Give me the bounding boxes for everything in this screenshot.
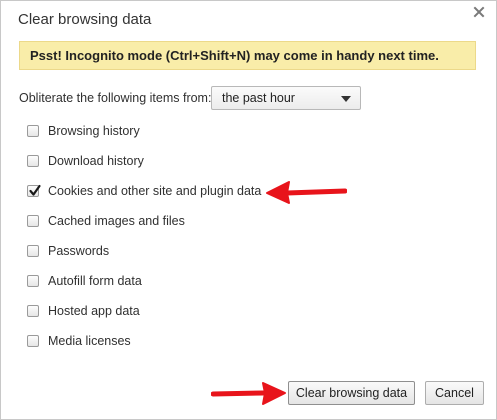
option-label: Hosted app data bbox=[48, 304, 140, 318]
cancel-button[interactable]: Cancel bbox=[425, 381, 484, 405]
chevron-down-icon bbox=[341, 96, 351, 102]
passwords-checkbox[interactable] bbox=[27, 245, 39, 257]
checkmark-icon bbox=[29, 184, 41, 196]
option-label: Media licenses bbox=[48, 334, 131, 348]
time-range-label: Obliterate the following items from: bbox=[19, 91, 212, 105]
close-icon[interactable] bbox=[472, 5, 486, 19]
banner-text: Psst! Incognito mode (Ctrl+Shift+N) may … bbox=[30, 48, 439, 63]
option-label: Download history bbox=[48, 154, 144, 168]
dialog-title: Clear browsing data bbox=[18, 11, 152, 28]
time-range-value: the past hour bbox=[222, 91, 295, 105]
hosted-app-data-checkbox[interactable] bbox=[27, 305, 39, 317]
clear-browsing-data-dialog: Clear browsing data Psst! Incognito mode… bbox=[0, 0, 497, 420]
option-label: Cached images and files bbox=[48, 214, 185, 228]
incognito-tip-banner: Psst! Incognito mode (Ctrl+Shift+N) may … bbox=[19, 41, 476, 70]
media-licenses-checkbox[interactable] bbox=[27, 335, 39, 347]
download-history-checkbox[interactable] bbox=[27, 155, 39, 167]
cookies-checkbox[interactable] bbox=[27, 184, 41, 197]
time-range-select[interactable]: the past hour bbox=[211, 86, 361, 110]
browsing-history-checkbox[interactable] bbox=[27, 125, 39, 137]
option-label: Autofill form data bbox=[48, 274, 142, 288]
autofill-checkbox[interactable] bbox=[27, 275, 39, 287]
option-label: Cookies and other site and plugin data bbox=[48, 184, 262, 198]
annotation-arrow-icon bbox=[266, 181, 347, 204]
option-label: Passwords bbox=[48, 244, 110, 258]
annotation-arrow-icon bbox=[211, 382, 286, 405]
clear-browsing-data-button[interactable]: Clear browsing data bbox=[288, 381, 415, 405]
option-label: Browsing history bbox=[48, 124, 140, 138]
cached-images-checkbox[interactable] bbox=[27, 215, 39, 227]
